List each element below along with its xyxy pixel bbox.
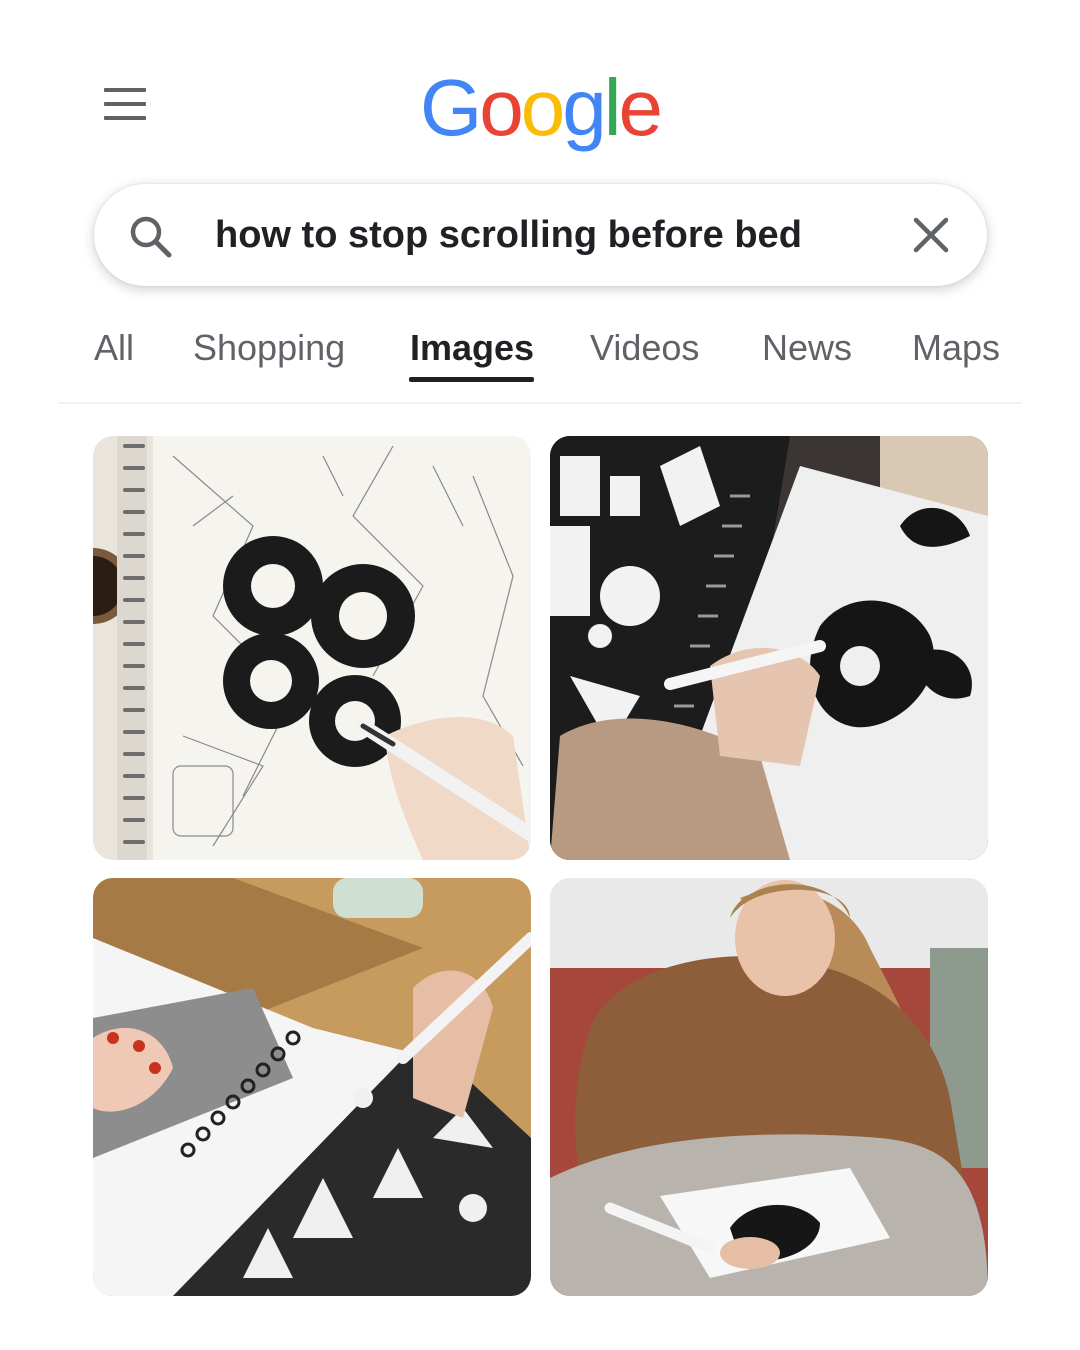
logo-letter: o xyxy=(479,63,523,152)
search-tabs: All Shopping Images Videos News Maps xyxy=(0,320,1080,390)
google-logo: Google xyxy=(0,60,1080,156)
tab-shopping[interactable]: Shopping xyxy=(193,320,345,376)
image-result-woodland-colouring[interactable] xyxy=(93,878,531,1296)
image-result-sunflowers[interactable] xyxy=(93,436,531,860)
close-icon[interactable] xyxy=(906,210,956,260)
tabs-divider xyxy=(58,402,1022,404)
logo-letter: g xyxy=(562,63,606,152)
logo-letter: G xyxy=(419,63,482,152)
tab-maps[interactable]: Maps xyxy=(912,320,1000,376)
search-icon[interactable] xyxy=(126,212,174,260)
active-tab-indicator xyxy=(409,377,534,382)
tab-news[interactable]: News xyxy=(762,320,852,376)
logo-letter: o xyxy=(520,63,565,152)
tab-all[interactable]: All xyxy=(94,320,134,376)
search-input[interactable]: how to stop scrolling before bed xyxy=(215,208,802,262)
image-result-floral-sketchbook[interactable] xyxy=(550,436,988,860)
image-result-woman-colouring[interactable] xyxy=(550,878,988,1296)
logo-letter: l xyxy=(603,63,622,152)
tab-images[interactable]: Images xyxy=(410,320,534,376)
logo-letter: e xyxy=(618,63,663,152)
tab-videos[interactable]: Videos xyxy=(590,320,699,376)
